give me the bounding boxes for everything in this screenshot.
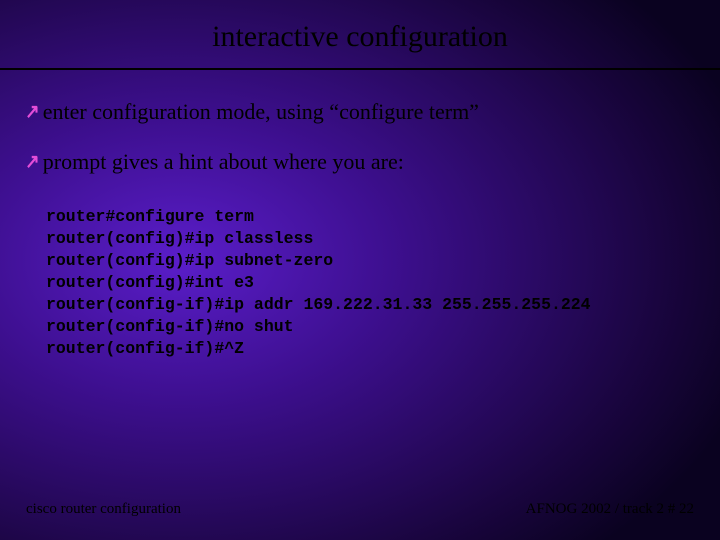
footer: cisco router configuration AFNOG 2002 / … [0,501,720,518]
code-block: router#configure term router(config)#ip … [0,198,720,360]
footer-right: AFNOG 2002 / track 2 # 22 [526,501,694,518]
code-line: router(config)#ip subnet-zero [46,251,333,270]
arrow-icon: ↗ [25,98,39,126]
bullet-text: prompt gives a hint about where you are: [43,148,404,176]
bullet-text: enter configuration mode, using “configu… [43,98,479,126]
code-line: router(config-if)#ip addr 169.222.31.33 … [46,295,591,314]
bullet-item: ↗ enter configuration mode, using “confi… [0,98,720,148]
code-line: router(config)#int e3 [46,273,254,292]
arrow-icon: ↗ [25,148,39,176]
title-underline [0,68,720,70]
code-line: router#configure term [46,207,254,226]
code-line: router(config-if)#no shut [46,317,294,336]
code-line: router(config)#ip classless [46,229,313,248]
bullet-item: ↗ prompt gives a hint about where you ar… [0,148,720,198]
slide-title: interactive configuration [0,0,720,68]
code-line: router(config-if)#^Z [46,339,244,358]
footer-left: cisco router configuration [26,501,181,518]
